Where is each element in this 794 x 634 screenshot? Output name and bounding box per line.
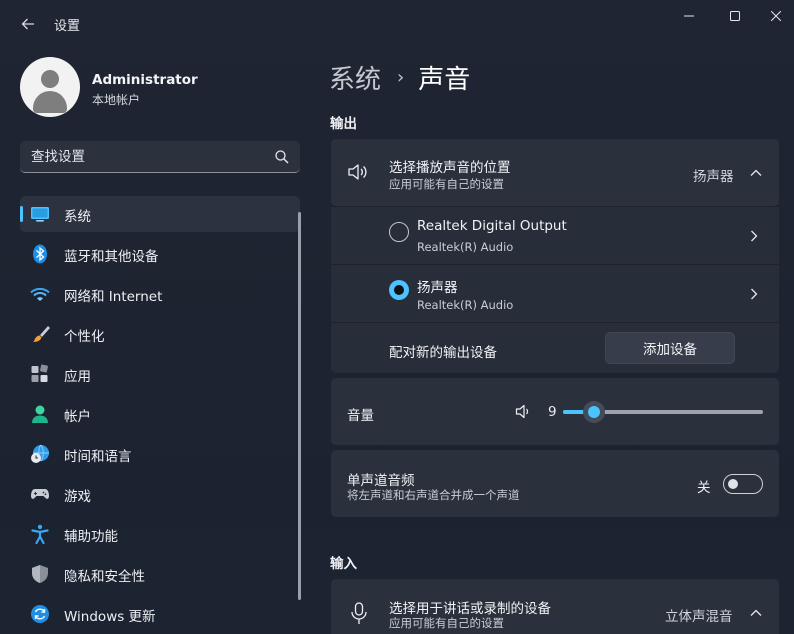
sidebar-item-personalization[interactable]: 个性化 [20, 316, 300, 352]
search-input[interactable] [20, 141, 260, 172]
input-device-value: 立体声混音 [665, 609, 733, 625]
sidebar-item-label: 应用 [64, 369, 91, 385]
add-device-button[interactable]: 添加设备 [605, 332, 735, 364]
sidebar-item-label: 隐私和安全性 [64, 569, 145, 585]
settings-window: 设置 Administrator 本地帐户 系统 [0, 0, 794, 634]
sidebar-item-label: 网络和 Internet [64, 289, 163, 305]
maximize-icon [730, 11, 740, 21]
pair-device-label: 配对新的输出设备 [389, 345, 497, 361]
search-icon[interactable] [274, 149, 290, 165]
avatar[interactable] [20, 57, 80, 117]
monitor-icon [31, 207, 49, 222]
sidebar-nav: 系统 蓝牙和其他设备 网络和 Internet 个性化 应用 帐户 时间和语言 … [20, 196, 300, 634]
chevron-up-icon[interactable] [749, 166, 763, 180]
volume-icon[interactable] [515, 403, 533, 420]
sidebar-item-accounts[interactable]: 帐户 [20, 396, 300, 432]
title-bar: 设置 [0, 0, 794, 48]
bluetooth-icon [33, 244, 47, 264]
mono-audio-title: 单声道音频 [347, 473, 415, 489]
sidebar-item-label: 个性化 [64, 329, 105, 345]
chevron-right-icon[interactable] [747, 287, 761, 301]
input-section-title: 输入 [330, 556, 357, 572]
wifi-icon [30, 287, 50, 301]
search-box[interactable] [20, 141, 300, 173]
brush-icon [33, 326, 50, 342]
input-device-subtitle: 应用可能有自己的设置 [389, 616, 504, 630]
output-device-title: 选择播放声音的位置 [389, 160, 511, 176]
app-title: 设置 [54, 19, 81, 34]
sidebar-item-label: 蓝牙和其他设备 [64, 249, 159, 265]
sidebar-item-bluetooth[interactable]: 蓝牙和其他设备 [20, 236, 300, 272]
device-driver: Realtek(R) Audio [417, 240, 514, 254]
chevron-right-icon[interactable] [747, 229, 761, 243]
shield-icon [32, 565, 48, 583]
page-title: 声音 [418, 64, 471, 95]
close-button[interactable] [758, 2, 794, 30]
breadcrumb: 系统 › 声音 [329, 57, 470, 97]
gamepad-icon [31, 489, 49, 499]
sidebar-item-label: 时间和语言 [64, 449, 132, 465]
speaker-icon [348, 164, 367, 180]
back-arrow-icon [21, 18, 34, 30]
avatar-person-body [33, 91, 67, 113]
apps-icon [31, 364, 48, 382]
sidebar-item-time-language[interactable]: 时间和语言 [20, 436, 300, 472]
toggle-knob [728, 478, 738, 489]
sidebar-item-label: 游戏 [64, 489, 91, 505]
sidebar-item-apps[interactable]: 应用 [20, 356, 300, 392]
volume-value: 9 [548, 404, 557, 420]
sidebar-item-network[interactable]: 网络和 Internet [20, 276, 300, 312]
output-section-title: 输出 [330, 116, 357, 132]
radio-button[interactable] [389, 222, 409, 242]
minimize-button[interactable] [666, 2, 712, 30]
accessibility-icon [31, 524, 49, 544]
output-device-subtitle: 应用可能有自己的设置 [389, 177, 504, 191]
breadcrumb-parent[interactable]: 系统 [329, 59, 381, 96]
mono-audio-toggle[interactable] [723, 474, 763, 494]
account-type: 本地帐户 [92, 93, 141, 107]
account-icon [32, 405, 48, 423]
sidebar-item-gaming[interactable]: 游戏 [20, 476, 300, 512]
avatar-person-icon [41, 70, 59, 88]
back-button[interactable] [14, 10, 42, 38]
mono-audio-state: 关 [697, 480, 711, 496]
sidebar-item-label: 帐户 [64, 409, 91, 425]
device-driver: Realtek(R) Audio [417, 298, 514, 312]
sidebar-item-privacy[interactable]: 隐私和安全性 [20, 556, 300, 592]
output-device-value: 扬声器 [693, 169, 734, 185]
chevron-up-icon[interactable] [749, 606, 763, 620]
close-icon [771, 11, 781, 21]
maximize-button[interactable] [712, 2, 758, 30]
device-name: Realtek Digital Output [417, 218, 567, 234]
input-device-title: 选择用于讲话或录制的设备 [389, 601, 551, 617]
update-icon [31, 605, 49, 623]
mono-audio-subtitle: 将左声道和右声道合并成一个声道 [347, 488, 520, 502]
sidebar-item-label: Windows 更新 [64, 609, 156, 625]
sidebar-item-label: 辅助功能 [64, 529, 118, 545]
minimize-icon [684, 15, 694, 17]
user-name: Administrator [92, 72, 198, 88]
sidebar-item-windows-update[interactable]: Windows 更新 [20, 596, 300, 632]
volume-slider-thumb[interactable] [583, 401, 605, 423]
volume-label: 音量 [347, 408, 374, 424]
radio-button-selected[interactable] [389, 280, 409, 300]
breadcrumb-separator: › [397, 66, 405, 88]
device-name: 扬声器 [417, 280, 458, 296]
sidebar-item-accessibility[interactable]: 辅助功能 [20, 516, 300, 552]
sidebar-scrollbar[interactable] [298, 212, 301, 600]
microphone-icon [351, 602, 367, 624]
sidebar-item-system[interactable]: 系统 [20, 196, 300, 232]
globe-clock-icon [31, 444, 49, 463]
sidebar-item-label: 系统 [64, 209, 91, 225]
